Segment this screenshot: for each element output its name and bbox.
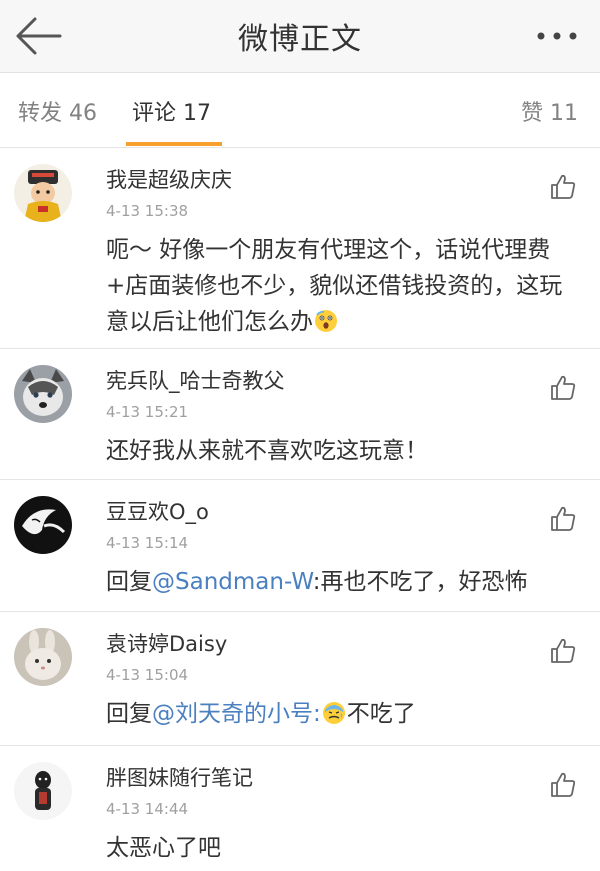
thumbs-up-icon — [551, 506, 576, 531]
thumbs-up-icon — [551, 638, 576, 663]
comment-item: 胖图妹随行笔记 4-13 14:44 太恶心了吧 — [0, 746, 600, 871]
mention-link[interactable]: @刘天奇的小号 — [152, 701, 313, 727]
tab-like[interactable]: 赞 11 — [521, 95, 578, 127]
mention-link[interactable]: @Sandman-W — [152, 569, 313, 595]
like-button[interactable] — [548, 636, 578, 666]
more-button[interactable] — [532, 20, 582, 52]
thumbs-up-icon — [551, 772, 576, 797]
avatar[interactable] — [14, 762, 72, 820]
like-button[interactable] — [548, 770, 578, 800]
reply-prefix: 回复 — [106, 569, 152, 595]
comment-time: 4-13 15:04 — [106, 666, 189, 684]
comment-text: 回复@Sandman-W:再也不吃了，好恐怖 — [106, 564, 576, 600]
comment-text: 太恶心了吧 — [106, 830, 576, 866]
comment-text: 回复@刘天奇的小号: 不吃了 — [106, 696, 576, 732]
comment-item: 豆豆欢O_o 4-13 15:14 回复@Sandman-W:再也不吃了，好恐怖 — [0, 480, 600, 612]
avatar-figure-icon — [14, 762, 72, 820]
mention-separator: : — [313, 701, 321, 727]
comment-username[interactable]: 胖图妹随行笔记 — [106, 762, 253, 792]
thumbs-up-icon — [551, 174, 576, 199]
comment-item: 袁诗婷Daisy 4-13 15:04 回复@刘天奇的小号: 不吃了 — [0, 612, 600, 746]
avatar-cartoon-icon — [14, 164, 72, 222]
like-button[interactable] — [548, 504, 578, 534]
avatar-husky-icon — [14, 365, 72, 423]
avatar-rabbit-icon — [14, 628, 72, 686]
avatar[interactable] — [14, 496, 72, 554]
shocked-face-icon — [315, 310, 337, 332]
comment-username[interactable]: 袁诗婷Daisy — [106, 628, 227, 658]
comment-username[interactable]: 宪兵队_哈士奇教父 — [106, 365, 285, 395]
comment-body: :再也不吃了，好恐怖 — [312, 569, 528, 595]
comment-body: 还好我从来就不喜欢吃这玩意！ — [106, 438, 428, 464]
tab-repost[interactable]: 转发 46 — [18, 95, 97, 127]
like-button[interactable] — [548, 373, 578, 403]
tab-comment[interactable]: 评论 17 — [132, 95, 211, 127]
thumbs-up-icon — [551, 375, 576, 400]
comment-time: 4-13 14:44 — [106, 800, 189, 818]
comment-username[interactable]: 我是超级庆庆 — [106, 164, 232, 194]
top-bar: 微博正文 — [0, 0, 600, 73]
tab-bar: 转发 46 评论 17 赞 11 — [0, 73, 600, 148]
comment-username[interactable]: 豆豆欢O_o — [106, 496, 209, 526]
comment-item: 宪兵队_哈士奇教父 4-13 15:21 还好我从来就不喜欢吃这玩意！ — [0, 349, 600, 480]
comment-body: 不吃了 — [346, 701, 416, 727]
avatar[interactable] — [14, 365, 72, 423]
comment-time: 4-13 15:14 — [106, 534, 189, 552]
avatar[interactable] — [14, 628, 72, 686]
comment-text: 呃～ 好像一个朋友有代理这个，话说代理费+店面装修也不少，貌似还借钱投资的，这玩… — [106, 232, 576, 340]
cold-sweat-face-icon — [322, 702, 345, 724]
comment-text: 还好我从来就不喜欢吃这玩意！ — [106, 433, 576, 469]
page-title: 微博正文 — [238, 22, 362, 57]
comment-time: 4-13 15:21 — [106, 403, 189, 421]
comment-item: 我是超级庆庆 4-13 15:38 呃～ 好像一个朋友有代理这个，话说代理费+店… — [0, 148, 600, 349]
avatar[interactable] — [14, 164, 72, 222]
reply-prefix: 回复 — [106, 701, 152, 727]
comment-time: 4-13 15:38 — [106, 202, 189, 220]
active-tab-indicator — [126, 142, 222, 146]
comment-body: 太恶心了吧 — [106, 835, 221, 861]
avatar-dark-portrait-icon — [14, 496, 72, 554]
like-button[interactable] — [548, 172, 578, 202]
more-dots-icon — [537, 32, 577, 40]
